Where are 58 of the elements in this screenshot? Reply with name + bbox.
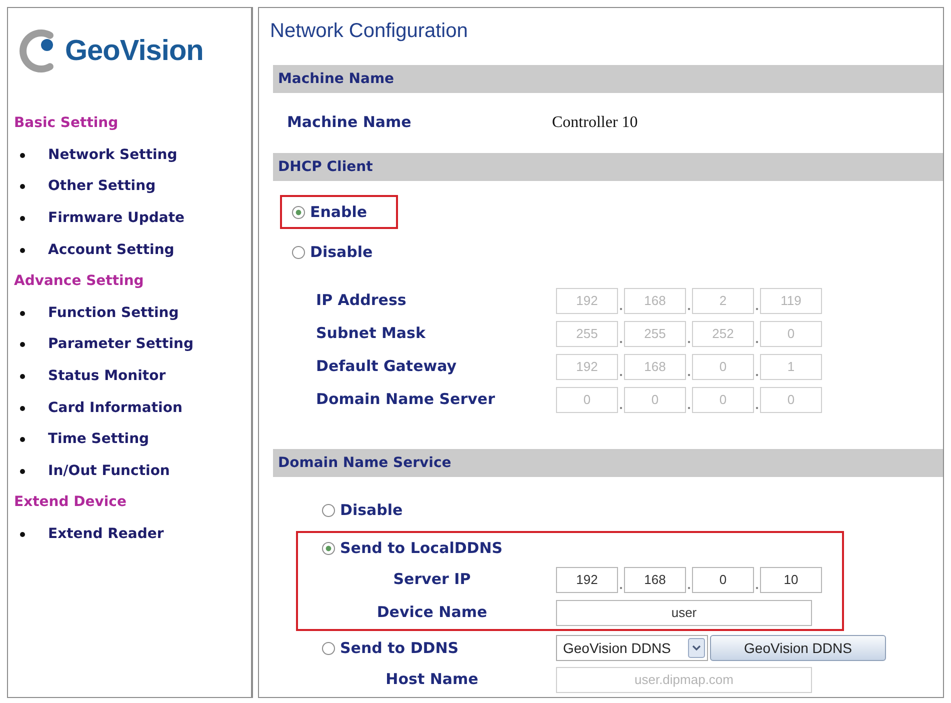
field-label: Server IP: [393, 570, 471, 588]
sidebar-link[interactable]: Network Setting: [48, 144, 178, 166]
text-field[interactable]: user: [556, 600, 812, 626]
bullet-icon: [20, 184, 25, 190]
bullet-icon: [20, 468, 25, 474]
field-label: Host Name: [386, 670, 478, 688]
section-header: DHCP Client: [273, 153, 943, 181]
sidebar-link[interactable]: Extend Reader: [48, 524, 164, 546]
radio-option[interactable]: Disable: [292, 240, 373, 264]
page-title: Network Configuration: [270, 19, 468, 43]
radio-option[interactable]: Send to DDNS: [322, 636, 459, 660]
dropdown-select[interactable]: GeoVision DDNS: [556, 635, 708, 661]
ip-octet-field[interactable]: 168: [624, 566, 686, 592]
field-label: IP Address: [316, 290, 406, 308]
radio-icon[interactable]: [292, 246, 305, 258]
field-label: Device Name: [376, 602, 488, 620]
radio-option[interactable]: Send to LocalDDNS: [322, 536, 503, 560]
crescent-logo-icon: [18, 28, 56, 74]
ddns-button[interactable]: GeoVision DDNS: [710, 635, 886, 661]
sidebar-link[interactable]: Function Setting: [48, 302, 179, 324]
bullet-icon: [20, 437, 25, 442]
sidebar-heading: Basic Setting: [14, 114, 118, 134]
radio-icon[interactable]: [292, 206, 305, 218]
sidebar-link[interactable]: Card Information: [48, 398, 182, 419]
sidebar-link[interactable]: Time Setting: [48, 429, 150, 450]
logo-text: GeoVision: [65, 34, 204, 69]
bullet-icon: [20, 532, 25, 538]
section-header: Machine Name: [273, 65, 943, 93]
ip-octet-field[interactable]: 10: [760, 566, 822, 592]
sidebar-link[interactable]: Account Setting: [48, 240, 174, 261]
sidebar-heading: Extend Device: [14, 493, 126, 512]
field-label: Domain Name Server: [316, 390, 495, 408]
field-value: Controller 10: [552, 113, 638, 133]
sidebar-link[interactable]: Parameter Setting: [48, 334, 194, 356]
bullet-icon: [20, 248, 25, 253]
ip-octet-field[interactable]: 192: [556, 566, 618, 592]
sidebar-link[interactable]: Other Setting: [48, 176, 156, 198]
sidebar-link[interactable]: Status Monitor: [48, 366, 166, 388]
section-header: Domain Name Service: [273, 449, 943, 477]
radio-icon[interactable]: [322, 542, 335, 554]
chevron-down-icon[interactable]: [688, 638, 705, 658]
bullet-icon: [20, 310, 25, 316]
bullet-icon: [20, 216, 25, 222]
ip-octet-field[interactable]: 0: [692, 566, 754, 592]
bullet-icon: [20, 406, 25, 411]
field-label: Machine Name: [287, 113, 412, 131]
bullet-icon: [20, 152, 25, 158]
bullet-icon: [20, 342, 25, 348]
field-label: Default Gateway: [316, 356, 457, 374]
sidebar-link[interactable]: In/Out Function: [48, 460, 170, 482]
radio-option[interactable]: Enable: [292, 200, 368, 224]
bullet-icon: [20, 374, 25, 380]
radio-option[interactable]: Disable: [322, 498, 403, 522]
field-label: Subnet Mask: [316, 324, 426, 342]
radio-icon[interactable]: [322, 504, 335, 516]
radio-icon[interactable]: [322, 642, 335, 654]
sidebar-link[interactable]: Firmware Update: [48, 208, 185, 230]
sidebar-heading: Advance Setting: [14, 272, 144, 292]
